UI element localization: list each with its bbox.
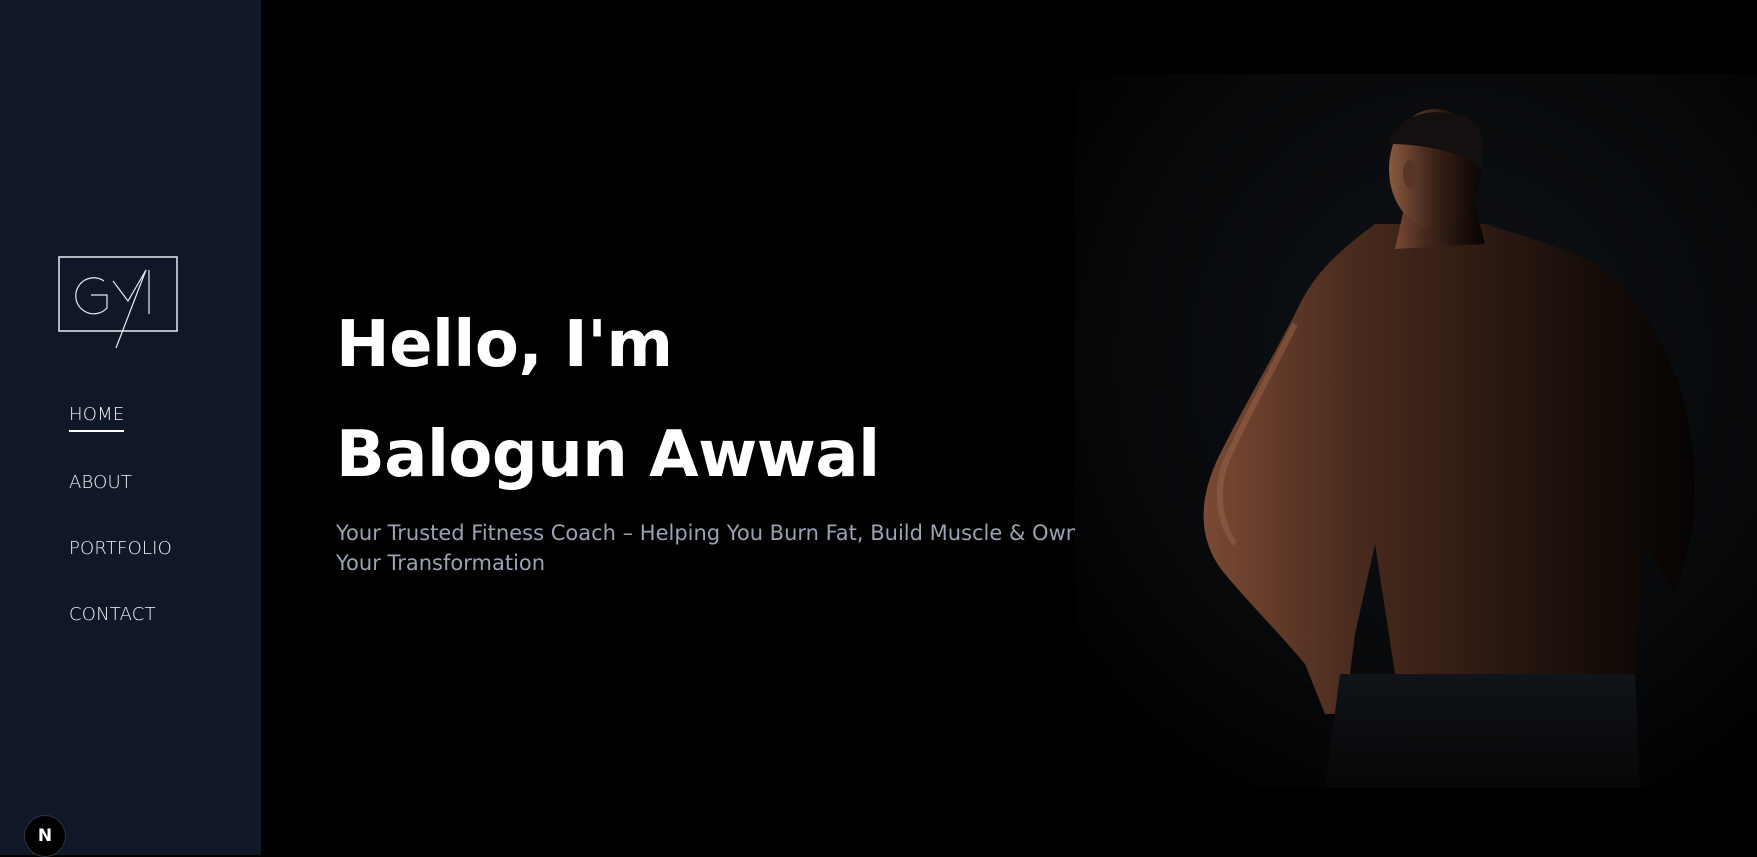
nav-link-portfolio[interactable]: PORTFOLIO [69,532,172,566]
nav-item-about: ABOUT [69,466,172,532]
logo-icon[interactable] [58,256,180,350]
nextjs-dev-badge[interactable]: N [24,815,66,857]
hero-greeting: Hello, I'm [336,308,673,382]
hero-section: Hello, I'm Balogun Awwal Your Trusted Fi… [261,0,1757,855]
nextjs-icon: N [37,826,53,846]
nav-link-home[interactable]: HOME [69,400,125,432]
nav-item-home: HOME [69,400,172,466]
hero-heading: Hello, I'm Balogun Awwal [336,290,880,510]
sidebar: HOME ABOUT PORTFOLIO CONTACT N [0,0,261,857]
nav-link-about[interactable]: ABOUT [69,466,132,500]
hero-subtitle: Your Trusted Fitness Coach – Helping You… [336,521,1080,575]
athlete-photo [1075,74,1757,788]
nav-item-portfolio: PORTFOLIO [69,532,172,598]
nav-item-contact: CONTACT [69,598,172,664]
main-nav: HOME ABOUT PORTFOLIO CONTACT [69,400,172,664]
nav-link-contact[interactable]: CONTACT [69,598,156,632]
hero-name: Balogun Awwal [336,418,880,492]
